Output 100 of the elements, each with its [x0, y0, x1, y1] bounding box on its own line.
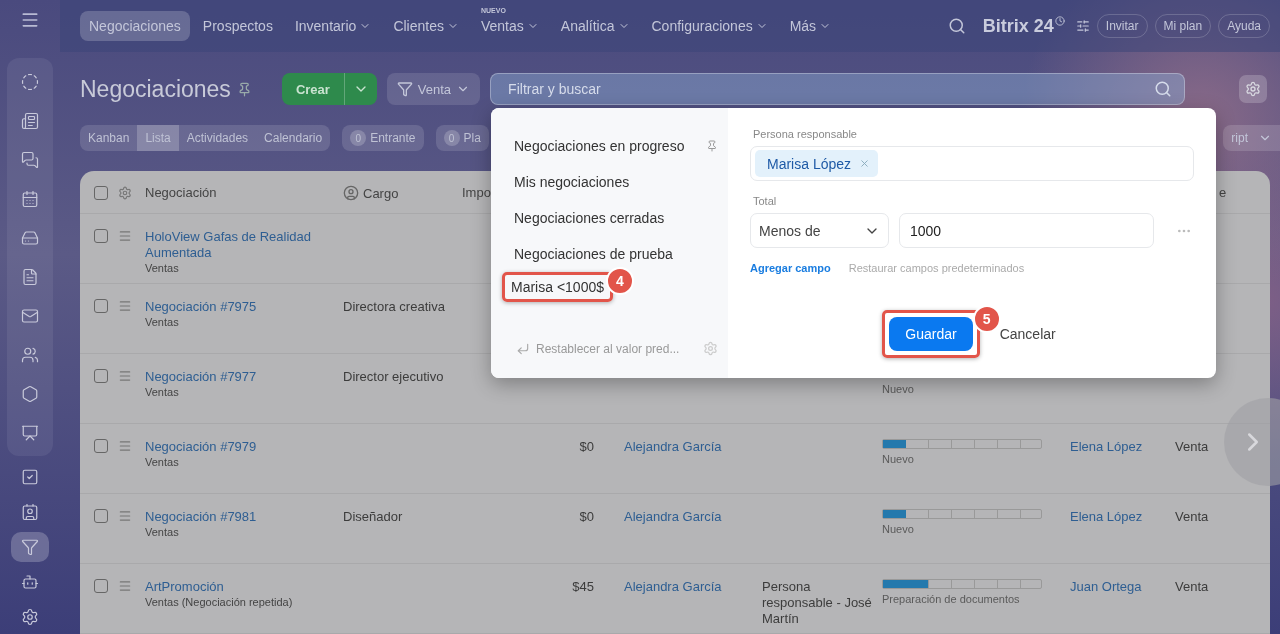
- person-link[interactable]: Alejandra García: [624, 579, 722, 595]
- pipeline-dropdown[interactable]: Venta: [386, 73, 481, 105]
- document-icon: [21, 267, 39, 286]
- pin-icon[interactable]: [236, 81, 252, 97]
- filter-preset[interactable]: Marisa <1000$: [509, 279, 606, 295]
- table-cell: Venta: [1175, 509, 1209, 525]
- pin-icon[interactable]: [706, 140, 718, 152]
- person-link[interactable]: Elena López: [1070, 509, 1143, 525]
- tag-field[interactable]: Marisa López: [750, 146, 1194, 181]
- settings-icon[interactable]: [118, 186, 132, 200]
- checkbox[interactable]: [94, 509, 108, 523]
- stage-progress[interactable]: [882, 579, 1042, 589]
- column-header[interactable]: Impo: [462, 185, 491, 200]
- column-header[interactable]: Negociación: [145, 185, 217, 200]
- amount-cell-text: $45: [571, 578, 595, 594]
- checkbox[interactable]: [94, 186, 108, 200]
- value-field[interactable]: 1000: [899, 213, 1154, 248]
- stage-progress[interactable]: [882, 439, 1042, 449]
- sliders-icon[interactable]: [1075, 19, 1090, 33]
- nav-label: Más: [789, 18, 817, 34]
- field-label: Persona responsable: [753, 128, 858, 140]
- stage-progress[interactable]: [882, 509, 1042, 519]
- save-button[interactable]: Guardar: [889, 317, 973, 351]
- deal-link[interactable]: Negociación #7977: [145, 369, 257, 385]
- menu-icon[interactable]: [20, 10, 40, 30]
- field-label: Total: [753, 195, 778, 207]
- search-bar[interactable]: Filtrar y buscar: [490, 73, 1186, 105]
- column-header[interactable]: e: [1219, 185, 1227, 200]
- deal-link[interactable]: Negociación #7981: [145, 509, 257, 525]
- drag-handle-icon[interactable]: [118, 579, 132, 593]
- drag-handle-icon[interactable]: [118, 369, 132, 383]
- sidebar-item[interactable]: [11, 531, 49, 563]
- search-icon: [1154, 80, 1173, 98]
- nav-tab[interactable]: Prospectos: [193, 11, 282, 41]
- deal-link[interactable]: ArtPromoción: [145, 579, 224, 595]
- checkbox[interactable]: [94, 299, 108, 313]
- checkbox[interactable]: [94, 229, 108, 243]
- user-icon: [343, 185, 359, 201]
- deal-link[interactable]: Negociación #7979: [145, 439, 257, 455]
- users-icon: [21, 345, 39, 364]
- deal-link[interactable]: HoloView Gafas de Realidad Aumentada: [145, 229, 343, 261]
- deal-category: Ventas: [145, 261, 179, 275]
- checkbox[interactable]: [94, 439, 108, 453]
- add-field-link[interactable]: Agregar campo: [750, 262, 831, 274]
- calendar-icon: [21, 189, 39, 208]
- amount-cell-text: $0: [578, 438, 595, 454]
- search-input[interactable]: Filtrar y buscar: [506, 80, 1155, 98]
- table-cell-text: Persona responsable - José Martín: [762, 579, 873, 627]
- nav-label: Inventario: [294, 18, 357, 34]
- stage-label: Nuevo: [882, 383, 914, 395]
- filter-preset[interactable]: Negociaciones en progreso: [502, 133, 718, 159]
- deal-category: Ventas: [145, 525, 179, 539]
- checkbox-icon: [21, 468, 39, 487]
- person-chip: Marisa López: [755, 150, 879, 177]
- filter-preset[interactable]: Mis negociaciones: [502, 169, 718, 195]
- close-icon[interactable]: [859, 158, 871, 169]
- nav-label: Negociaciones: [89, 18, 181, 34]
- restore-link[interactable]: Restaurar campos predeterminados: [848, 262, 1025, 274]
- checkbox[interactable]: [94, 579, 108, 593]
- page-title: Negociaciones: [80, 75, 231, 103]
- checkbox[interactable]: [94, 369, 108, 383]
- settings-icon: [21, 607, 39, 626]
- deal-category: Ventas: [145, 455, 179, 469]
- view-tab[interactable]: Actividades: [178, 125, 257, 151]
- person-link[interactable]: Juan Ortega: [1070, 579, 1142, 595]
- nav-tab[interactable]: Más: [780, 11, 841, 41]
- person-link[interactable]: Alejandra García: [624, 439, 722, 455]
- drag-handle-icon[interactable]: [118, 229, 132, 243]
- create-button[interactable]: Crear: [281, 73, 377, 105]
- search-icon[interactable]: [947, 17, 966, 35]
- filter-preset[interactable]: Negociaciones cerradas: [502, 205, 718, 231]
- nav-label: Analítica: [560, 18, 615, 34]
- operator-select[interactable]: Menos de: [750, 213, 889, 248]
- chat-icon: [21, 150, 39, 169]
- nav-label: Configuraciones: [651, 18, 753, 34]
- presentation-icon: [21, 423, 39, 442]
- settings-icon[interactable]: [703, 341, 718, 356]
- column-header[interactable]: Cargo: [363, 185, 399, 201]
- nav-tab[interactable]: Inventario: [285, 11, 381, 41]
- nav-tab[interactable]: Negociaciones: [80, 11, 190, 41]
- person-link[interactable]: Elena López: [1070, 439, 1143, 455]
- filter-preset[interactable]: Negociaciones de prueba: [502, 241, 718, 267]
- nav-tab[interactable]: Analítica: [551, 11, 639, 41]
- nav-tab[interactable]: Configuraciones: [642, 11, 777, 41]
- table-cell: Director ejecutivo: [343, 369, 444, 385]
- funnel-icon: [21, 538, 39, 556]
- reset-link[interactable]: Restablecer al valor pred...: [536, 341, 697, 356]
- table-cell: Venta: [1175, 579, 1209, 595]
- view-tab[interactable]: Calendario: [256, 125, 331, 151]
- person-link[interactable]: Alejandra García: [624, 509, 722, 525]
- drag-handle-icon[interactable]: [118, 299, 132, 313]
- settings-button[interactable]: [1239, 75, 1267, 103]
- drag-handle-icon[interactable]: [118, 439, 132, 453]
- return-icon: [516, 341, 530, 356]
- dropdown-button[interactable]: ript: [1223, 125, 1280, 151]
- drag-handle-icon[interactable]: [118, 509, 132, 523]
- table-cell: Diseñador: [343, 509, 403, 525]
- nav-tab[interactable]: Clientes: [384, 11, 468, 41]
- deal-link[interactable]: Negociación #7975: [145, 299, 257, 315]
- view-tab[interactable]: Kanban: [80, 125, 138, 151]
